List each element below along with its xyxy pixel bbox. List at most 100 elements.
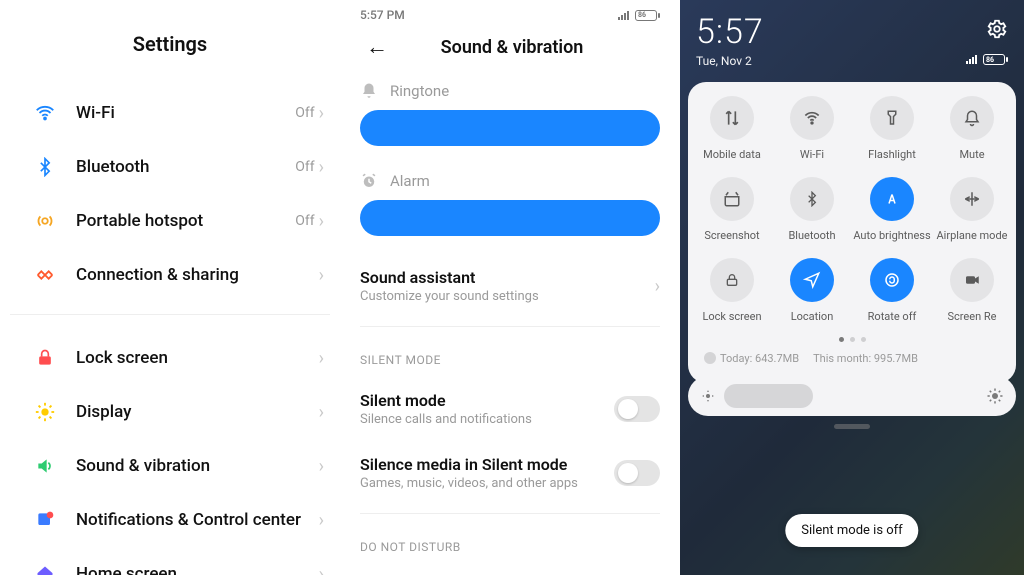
settings-item-value: Off bbox=[295, 105, 314, 121]
settings-item-value: Off bbox=[295, 159, 314, 175]
mobile-data-icon bbox=[710, 96, 754, 140]
battery-icon: 86 bbox=[983, 54, 1008, 65]
lock-icon bbox=[32, 345, 58, 371]
tile-label: Mute bbox=[959, 148, 984, 161]
tile-label: Wi-Fi bbox=[800, 148, 824, 161]
tile-wifi[interactable]: Wi-Fi bbox=[772, 96, 852, 161]
flashlight-icon bbox=[870, 96, 914, 140]
sun-icon bbox=[32, 399, 58, 425]
usage-month: This month: 995.7MB bbox=[813, 352, 918, 365]
alarm-volume-slider[interactable] bbox=[360, 200, 660, 236]
speaker-icon bbox=[32, 453, 58, 479]
control-center-screen: 5:57 Tue, Nov 2 86 Mobile data Wi-Fi bbox=[680, 0, 1024, 575]
chevron-right-icon: › bbox=[319, 510, 324, 531]
data-usage[interactable]: Today: 643.7MB This month: 995.7MB bbox=[692, 342, 1012, 365]
tile-label: Screen Re bbox=[948, 310, 997, 323]
settings-item-label: Connection & sharing bbox=[76, 265, 319, 285]
chevron-right-icon: › bbox=[319, 564, 324, 575]
wifi-icon bbox=[32, 100, 58, 126]
tile-airplane-mode[interactable]: Airplane mode bbox=[932, 177, 1012, 242]
tile-screenshot[interactable]: Screenshot bbox=[692, 177, 772, 242]
notification-icon bbox=[32, 507, 58, 533]
settings-item-sound-vibration[interactable]: Sound & vibration › bbox=[10, 439, 330, 493]
location-icon bbox=[790, 258, 834, 302]
silent-mode-row[interactable]: Silent mode Silence calls and notificati… bbox=[360, 377, 660, 441]
settings-item-label: Display bbox=[76, 402, 319, 422]
row-subtitle: Customize your sound settings bbox=[360, 289, 655, 304]
settings-item-hotspot[interactable]: Portable hotspot Off › bbox=[10, 194, 330, 248]
tile-label: Airplane mode bbox=[936, 229, 1007, 242]
divider bbox=[10, 314, 330, 315]
lock-icon bbox=[710, 258, 754, 302]
settings-item-connection-sharing[interactable]: Connection & sharing › bbox=[10, 248, 330, 302]
rotate-icon bbox=[870, 258, 914, 302]
chevron-right-icon: › bbox=[319, 456, 324, 477]
settings-item-value: Off bbox=[295, 213, 314, 229]
battery-icon: 86 bbox=[635, 10, 660, 21]
chevron-right-icon: › bbox=[319, 265, 324, 286]
tile-lock-screen[interactable]: Lock screen bbox=[692, 258, 772, 323]
settings-item-home-screen[interactable]: Home screen › bbox=[10, 547, 330, 575]
tile-label: Location bbox=[791, 310, 834, 323]
chevron-right-icon: › bbox=[319, 348, 324, 369]
settings-item-wifi[interactable]: Wi-Fi Off › bbox=[10, 86, 330, 140]
sound-assistant-row[interactable]: Sound assistant Customize your sound set… bbox=[360, 254, 660, 318]
divider bbox=[360, 326, 660, 327]
settings-item-label: Portable hotspot bbox=[76, 211, 295, 231]
bluetooth-icon bbox=[790, 177, 834, 221]
settings-item-label: Notifications & Control center bbox=[76, 510, 319, 530]
quick-settings-card: Mobile data Wi-Fi Flashlight Mute Screen… bbox=[688, 82, 1016, 383]
brightness-slider[interactable] bbox=[688, 376, 1016, 416]
chevron-right-icon: › bbox=[319, 103, 324, 124]
status-bar: 5:57 PM 86 bbox=[340, 0, 680, 22]
drag-handle[interactable] bbox=[834, 424, 870, 429]
silence-media-row[interactable]: Silence media in Silent mode Games, musi… bbox=[360, 441, 660, 505]
ringtone-volume-slider[interactable] bbox=[360, 110, 660, 146]
chevron-right-icon: › bbox=[319, 402, 324, 423]
settings-item-lock-screen[interactable]: Lock screen › bbox=[10, 331, 330, 385]
tile-mobile-data[interactable]: Mobile data bbox=[692, 96, 772, 161]
status-indicators: 86 bbox=[966, 54, 1008, 65]
tile-location[interactable]: Location bbox=[772, 258, 852, 323]
settings-item-label: Bluetooth bbox=[76, 157, 295, 177]
wifi-icon bbox=[790, 96, 834, 140]
screenshot-icon bbox=[710, 177, 754, 221]
airplane-icon bbox=[950, 177, 994, 221]
silent-mode-toggle[interactable] bbox=[614, 396, 660, 422]
clock: 5:57 bbox=[696, 12, 764, 52]
toast: Silent mode is off bbox=[785, 514, 918, 547]
tile-flashlight[interactable]: Flashlight bbox=[852, 96, 932, 161]
ringtone-label: Ringtone bbox=[390, 82, 449, 100]
silence-media-toggle[interactable] bbox=[614, 460, 660, 486]
toast-text: Silent mode is off bbox=[801, 523, 902, 538]
row-title: Silence media in Silent mode bbox=[360, 455, 614, 474]
brightness-low-icon bbox=[700, 388, 716, 404]
ringtone-header: Ringtone bbox=[360, 74, 660, 104]
hotspot-icon bbox=[32, 208, 58, 234]
tile-screen-recorder[interactable]: Screen Re bbox=[932, 258, 1012, 323]
screen-recorder-icon bbox=[950, 258, 994, 302]
row-title: Silent mode bbox=[360, 391, 614, 410]
signal-icon bbox=[966, 55, 977, 64]
settings-item-label: Wi-Fi bbox=[76, 103, 295, 123]
settings-item-display[interactable]: Display › bbox=[10, 385, 330, 439]
tile-bluetooth[interactable]: Bluetooth bbox=[772, 177, 852, 242]
row-subtitle: Games, music, videos, and other apps bbox=[360, 476, 614, 491]
chevron-right-icon: › bbox=[319, 211, 324, 232]
settings-gear-button[interactable] bbox=[986, 12, 1008, 40]
bluetooth-icon bbox=[32, 154, 58, 180]
settings-screen: Settings Wi-Fi Off › Bluetooth Off › bbox=[0, 0, 340, 575]
tile-label: Flashlight bbox=[868, 148, 916, 161]
tile-auto-brightness[interactable]: Auto brightness bbox=[852, 177, 932, 242]
settings-item-label: Lock screen bbox=[76, 348, 319, 368]
tile-rotate[interactable]: Rotate off bbox=[852, 258, 932, 323]
brightness-high-icon bbox=[986, 387, 1004, 405]
signal-icon bbox=[618, 11, 629, 20]
tile-label: Screenshot bbox=[704, 229, 759, 242]
mute-icon bbox=[950, 96, 994, 140]
chevron-right-icon: › bbox=[319, 157, 324, 178]
status-time: 5:57 PM bbox=[360, 8, 405, 22]
settings-item-notifications[interactable]: Notifications & Control center › bbox=[10, 493, 330, 547]
settings-item-bluetooth[interactable]: Bluetooth Off › bbox=[10, 140, 330, 194]
tile-mute[interactable]: Mute bbox=[932, 96, 1012, 161]
